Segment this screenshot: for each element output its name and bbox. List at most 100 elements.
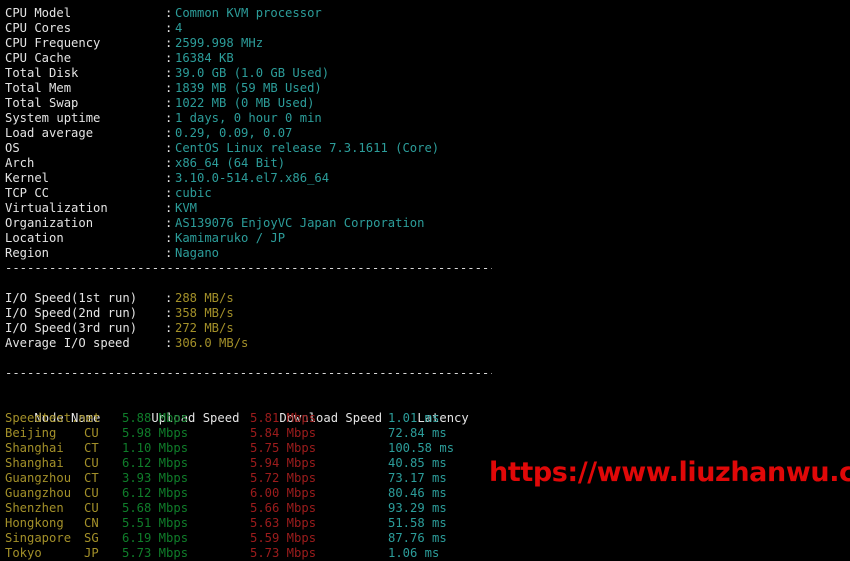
upload-speed-cell: 5.88 Mbps <box>122 411 189 425</box>
download-speed-cell: 5.59 Mbps <box>250 531 317 545</box>
info-colon: : <box>165 201 173 215</box>
info-colon: : <box>165 81 173 95</box>
download-speed-cell: 6.00 Mbps <box>250 486 317 500</box>
info-row: Load average:0.29, 0.09, 0.07 <box>5 126 850 141</box>
info-colon: : <box>165 291 173 305</box>
info-row: Total Swap:1022 MB (0 MB Used) <box>5 96 850 111</box>
download-speed-cell: 5.81 Mbps <box>250 411 317 425</box>
watermark-url: https://www.liuzhanwu.cn <box>489 457 850 488</box>
latency-cell: 87.76 ms <box>388 531 447 545</box>
node-name-cell: Hongkong <box>5 516 64 530</box>
info-value: 4 <box>175 21 183 35</box>
info-value: Nagano <box>175 246 220 260</box>
latency-cell: 1.06 ms <box>388 546 440 560</box>
latency-cell: 40.85 ms <box>388 456 447 470</box>
info-value: 39.0 GB (1.0 GB Used) <box>175 66 330 80</box>
info-value: 1839 MB (59 MB Used) <box>175 81 322 95</box>
info-colon: : <box>165 321 173 335</box>
download-speed-cell: 5.72 Mbps <box>250 471 317 485</box>
info-colon: : <box>165 96 173 110</box>
info-row: CPU Model: Common KVM processor <box>5 6 850 21</box>
info-label: I/O Speed(2nd run) <box>5 306 138 320</box>
speedtest-header-row: Node Name Upload Speed Download Speed Laten… <box>5 396 850 425</box>
info-label: TCP CC <box>5 186 50 200</box>
upload-speed-cell: 5.98 Mbps <box>122 426 189 440</box>
info-label: Average I/O speed <box>5 336 130 350</box>
node-name-cell: Beijing <box>5 426 57 440</box>
system-info-block: CPU Model: Common KVM processor CPU Cores:… <box>5 6 850 261</box>
info-label: Load average <box>5 126 94 140</box>
info-row: Kernel:3.10.0-514.el7.x86_64 <box>5 171 850 186</box>
info-label: Total Swap <box>5 96 79 110</box>
table-row: Speedtest.net 5.88 Mbps 5.81 Mbps 1.01 ms <box>5 411 850 426</box>
info-value: CentOS Linux release 7.3.1611 (Core) <box>175 141 440 155</box>
info-row: Organization: AS139076 EnjoyVC Japan Corp… <box>5 216 850 231</box>
isp-cell: CU <box>84 486 99 500</box>
info-value: 358 MB/s <box>175 306 234 320</box>
info-row: Location: Kamimaruko / JP <box>5 231 850 246</box>
info-label: Total Disk <box>5 66 79 80</box>
node-name-cell: Singapore <box>5 531 72 545</box>
info-row: I/O Speed(1st run):288 MB/s <box>5 291 850 306</box>
latency-cell: 100.58 ms <box>388 441 455 455</box>
info-colon: : <box>165 111 173 125</box>
info-row: CPU Cores:4 <box>5 21 850 36</box>
info-row: Total Mem:1839 MB (59 MB Used) <box>5 81 850 96</box>
info-value: cubic <box>175 186 212 200</box>
latency-cell: 93.29 ms <box>388 501 447 515</box>
upload-speed-cell: 5.68 Mbps <box>122 501 189 515</box>
info-row: Average I/O speed:306.0 MB/s <box>5 336 850 351</box>
info-label: Kernel <box>5 171 50 185</box>
info-label: OS <box>5 141 20 155</box>
info-label: Location <box>5 231 64 245</box>
info-value: 16384 KB <box>175 51 234 65</box>
info-value: KVM <box>175 201 198 215</box>
info-colon: : <box>165 186 173 200</box>
terminal-output: CPU Model: Common KVM processor CPU Cores:… <box>0 0 850 560</box>
download-speed-cell: 5.84 Mbps <box>250 426 317 440</box>
separator-dashes: ----------------------------------------… <box>5 261 492 275</box>
info-label: CPU Model <box>5 6 72 20</box>
info-colon: : <box>165 171 173 185</box>
node-name-cell: Shanghai <box>5 441 64 455</box>
info-value: 306.0 MB/s <box>175 336 249 350</box>
info-row: System uptime:1 days, 0 hour 0 min <box>5 111 850 126</box>
io-speed-block: I/O Speed(1st run):288 MB/s I/O Speed(2nd… <box>5 291 850 351</box>
info-row: CPU Cache:16384 KB <box>5 51 850 66</box>
upload-speed-cell: 6.12 Mbps <box>122 456 189 470</box>
info-colon: : <box>165 231 173 245</box>
separator-line-1: ----------------------------------------… <box>5 261 850 276</box>
info-colon: : <box>165 51 173 65</box>
upload-speed-cell: 6.12 Mbps <box>122 486 189 500</box>
info-row: CPU Frequency:2599.998 MHz <box>5 36 850 51</box>
latency-cell: 72.84 ms <box>388 426 447 440</box>
info-colon: : <box>165 36 173 50</box>
info-value: 0.29, 0.09, 0.07 <box>175 126 293 140</box>
info-label: Total Mem <box>5 81 72 95</box>
download-speed-cell: 5.73 Mbps <box>250 546 317 560</box>
info-label: Virtualization <box>5 201 108 215</box>
separator-dashes: ----------------------------------------… <box>5 366 492 380</box>
info-row: Virtualization: KVM <box>5 201 850 216</box>
node-name-cell: Guangzhou <box>5 471 72 485</box>
info-value: Common KVM processor <box>175 6 322 20</box>
info-value: Kamimaruko / JP <box>175 231 286 245</box>
info-row: Region: Nagano <box>5 246 850 261</box>
info-colon: : <box>165 141 173 155</box>
info-value: 1 days, 0 hour 0 min <box>175 111 322 125</box>
info-row: Arch: x86_64 (64 Bit) <box>5 156 850 171</box>
info-value: 1022 MB (0 MB Used) <box>175 96 315 110</box>
info-label: CPU Frequency <box>5 36 101 50</box>
info-colon: : <box>165 216 173 230</box>
download-speed-cell: 5.63 Mbps <box>250 516 317 530</box>
info-row: I/O Speed(2nd run):358 MB/s <box>5 306 850 321</box>
info-value: x86_64 (64 Bit) <box>175 156 286 170</box>
node-name-cell: Shenzhen <box>5 501 64 515</box>
separator-line-2: ----------------------------------------… <box>5 366 850 381</box>
latency-cell: 51.58 ms <box>388 516 447 530</box>
info-row: Total Disk:39.0 GB (1.0 GB Used) <box>5 66 850 81</box>
upload-speed-cell: 1.10 Mbps <box>122 441 189 455</box>
latency-cell: 1.01 ms <box>388 411 440 425</box>
info-colon: : <box>165 306 173 320</box>
